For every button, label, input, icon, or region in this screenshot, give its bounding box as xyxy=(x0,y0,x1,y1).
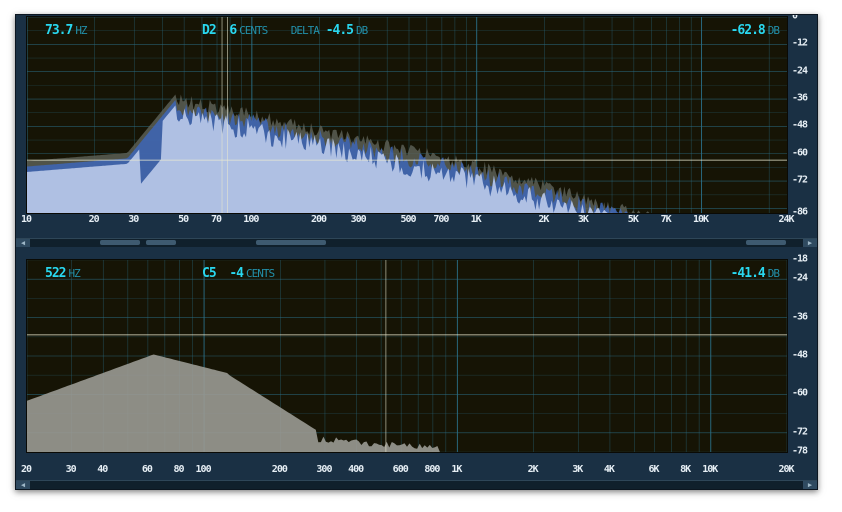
y-tick-label: -24 xyxy=(792,65,808,77)
x-tick-label: 7K xyxy=(660,214,672,225)
y-tick-label: -78 xyxy=(792,445,808,457)
x-tick-label: 100 xyxy=(243,214,259,225)
top-db-axis: 0 -12 -24 -36 -48 -60 -72 -86 xyxy=(788,14,816,218)
y-tick-label: -72 xyxy=(792,174,808,186)
x-tick-label: 10 xyxy=(20,214,32,225)
x-tick-label: 30 xyxy=(128,214,139,225)
scroll-left-arrow-icon[interactable]: ◀ xyxy=(16,481,30,489)
x-tick-label: 300 xyxy=(350,214,367,225)
top-spectrum-graph xyxy=(27,17,787,213)
bottom-level-value: -41.4 xyxy=(730,266,766,281)
x-tick-label: 2K xyxy=(538,214,549,225)
bottom-frequency-unit: HZ xyxy=(68,267,80,280)
x-tick-label: 5K xyxy=(627,214,639,225)
top-frequency-unit: HZ xyxy=(75,24,87,37)
scroll-left-arrow-icon[interactable]: ◀ xyxy=(16,239,30,247)
y-tick-label: -36 xyxy=(792,92,808,104)
top-frequency-readout: 73.7 HZ xyxy=(45,23,88,38)
y-tick-label: 0 xyxy=(792,14,798,22)
top-level-value: -62.8 xyxy=(730,23,766,38)
x-tick-label: 10K xyxy=(692,214,709,225)
bottom-spectrum-plot[interactable]: 522 HZ C5 -4 CENTS -41.4 DB xyxy=(26,259,788,453)
x-tick-label: 200 xyxy=(271,464,288,475)
x-tick-label: 4K xyxy=(603,464,615,475)
top-delta-unit: DB xyxy=(356,24,368,37)
x-tick-label: 20 xyxy=(88,214,100,225)
y-tick-label: -60 xyxy=(792,147,808,159)
top-note-readout: D2 6 CENTS DELTA -4.5 DB xyxy=(202,23,368,38)
top-horizontal-scrollbar[interactable]: ◀ ▶ xyxy=(16,238,817,247)
bottom-note-readout: C5 -4 CENTS xyxy=(202,266,275,281)
x-tick-label: 2K xyxy=(527,464,539,475)
scroll-right-arrow-icon[interactable]: ▶ xyxy=(803,481,817,489)
bottom-level-unit: DB xyxy=(767,267,780,280)
bottom-frequency-axis: 20 30 40 60 80 100 200 300 400 600 800 1K 2K 3K 4K 6K 8K… xyxy=(16,463,817,477)
x-tick-label: 24K xyxy=(778,214,794,225)
y-tick-label: -36 xyxy=(792,311,808,323)
y-tick-label: -48 xyxy=(792,349,808,361)
bottom-db-axis: -18 -24 -36 -48 -60 -72 -78 xyxy=(788,254,816,457)
y-tick-label: -48 xyxy=(792,119,808,131)
x-tick-label: 20K xyxy=(778,464,794,475)
bottom-level-readout: -41.4 DB xyxy=(730,266,780,281)
top-delta-value: -4.5 xyxy=(325,23,354,38)
y-tick-label: -12 xyxy=(792,37,808,49)
top-delta-label: DELTA xyxy=(290,24,320,37)
x-tick-label: 600 xyxy=(392,464,409,475)
scroll-thumb[interactable] xyxy=(100,240,140,245)
x-tick-label: 20 xyxy=(20,464,32,475)
x-tick-label: 800 xyxy=(424,464,440,475)
x-tick-label: 100 xyxy=(195,464,212,475)
x-tick-label: 500 xyxy=(400,214,416,225)
y-tick-label: -60 xyxy=(792,387,808,399)
bottom-horizontal-scrollbar[interactable]: ◀ ▶ xyxy=(16,480,817,489)
x-tick-label: 700 xyxy=(433,214,449,225)
x-tick-label: 10K xyxy=(702,464,718,475)
x-tick-label: 6K xyxy=(648,464,660,475)
bottom-spectrum-graph xyxy=(27,260,787,452)
bottom-note-name: C5 xyxy=(202,266,217,281)
top-cents-unit: CENTS xyxy=(239,24,268,37)
y-tick-label: -24 xyxy=(792,272,808,284)
scroll-thumb[interactable] xyxy=(256,240,326,245)
top-level-readout: -62.8 DB xyxy=(730,23,780,38)
x-tick-label: 8K xyxy=(680,464,691,475)
x-tick-label: 40 xyxy=(97,464,108,475)
top-frequency-axis: 10 20 30 50 70 100 200 300 500 700 1K 2K 3K 5K 7K 10K 24… xyxy=(16,213,817,227)
top-cents-value: 6 xyxy=(229,23,237,38)
bottom-cents-unit: CENTS xyxy=(245,267,275,280)
y-tick-label: -18 xyxy=(792,253,808,265)
scroll-thumb[interactable] xyxy=(146,240,176,245)
scroll-right-arrow-icon[interactable]: ▶ xyxy=(803,239,817,247)
x-tick-label: 60 xyxy=(141,464,153,475)
x-tick-label: 1K xyxy=(470,214,482,225)
x-tick-label: 400 xyxy=(348,464,364,475)
scroll-thumb[interactable] xyxy=(746,240,786,245)
top-note-name: D2 xyxy=(202,23,217,38)
x-tick-label: 30 xyxy=(65,464,77,475)
x-tick-label: 1K xyxy=(451,464,462,475)
x-tick-label: 300 xyxy=(316,464,332,475)
x-tick-label: 3K xyxy=(577,214,589,225)
spectrum-analyzer-window: 73.7 HZ D2 6 CENTS DELTA -4.5 DB -62.8 DB 0-… xyxy=(15,14,818,490)
bottom-frequency-readout: 522 HZ xyxy=(45,266,81,281)
bottom-cents-value: -4 xyxy=(229,266,244,281)
y-tick-label: -72 xyxy=(792,426,808,438)
x-tick-label: 3K xyxy=(572,464,583,475)
x-tick-label: 70 xyxy=(210,214,222,225)
x-tick-label: 80 xyxy=(173,464,184,475)
top-frequency-value: 73.7 xyxy=(45,23,73,38)
top-level-unit: DB xyxy=(767,24,780,37)
x-tick-label: 200 xyxy=(310,214,327,225)
top-spectrum-plot[interactable]: 73.7 HZ D2 6 CENTS DELTA -4.5 DB -62.8 DB xyxy=(26,16,788,214)
bottom-frequency-value: 522 xyxy=(45,266,67,281)
spectrum-current xyxy=(27,354,787,452)
x-tick-label: 50 xyxy=(178,214,189,225)
